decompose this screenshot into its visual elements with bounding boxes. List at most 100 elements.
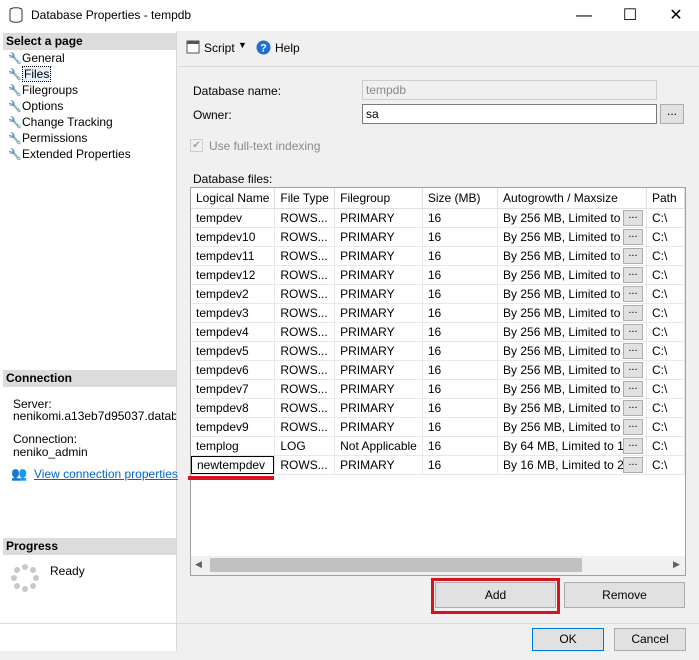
autogrowth-browse-button[interactable]: ...	[622, 248, 643, 264]
cell-growth[interactable]: By 256 MB, Limited to ......	[497, 360, 647, 380]
cell-path[interactable]: C:\	[646, 417, 685, 437]
nav-item-change-tracking[interactable]: 🔧Change Tracking	[8, 114, 113, 130]
cell-growth[interactable]: By 256 MB, Limited to ......	[497, 341, 647, 361]
cell-path[interactable]: C:\	[646, 303, 685, 323]
cell-group[interactable]: PRIMARY	[334, 360, 423, 380]
minimize-button[interactable]: —	[561, 0, 607, 31]
nav-item-general[interactable]: 🔧General	[8, 50, 65, 66]
cell-path[interactable]: C:\	[646, 322, 685, 342]
cell-growth[interactable]: By 256 MB, Limited to ......	[497, 208, 647, 228]
nav-item-options[interactable]: 🔧Options	[8, 98, 63, 114]
column-header[interactable]: Filegroup	[334, 188, 423, 209]
close-button[interactable]: ✕	[653, 0, 699, 31]
cell-path[interactable]: C:\	[646, 360, 685, 380]
table-row[interactable]: newtempdev ROWS... PRIMARY 16 By 16 MB, Limi…	[191, 455, 685, 475]
autogrowth-browse-button[interactable]: ...	[622, 381, 643, 397]
cell-growth[interactable]: By 64 MB, Limited to 1......	[497, 436, 647, 456]
column-header[interactable]: File Type	[274, 188, 336, 209]
cell-path[interactable]: C:\	[646, 227, 685, 247]
table-row[interactable]: tempdev12 ROWS... PRIMARY 16 By 256 MB, Limi…	[191, 265, 685, 285]
cell-path[interactable]: C:\	[646, 455, 685, 475]
script-button[interactable]: Script	[204, 41, 235, 55]
cell-size[interactable]: 16	[422, 341, 499, 361]
cell-growth[interactable]: By 256 MB, Limited to ......	[497, 246, 647, 266]
cell-group[interactable]: PRIMARY	[334, 379, 423, 399]
cell-size[interactable]: 16	[422, 398, 499, 418]
table-row[interactable]: tempdev7 ROWS... PRIMARY 16 By 256 MB, Limit…	[191, 379, 685, 399]
owner-browse-button[interactable]: ...	[660, 104, 684, 124]
cell-group[interactable]: PRIMARY	[334, 322, 423, 342]
table-row[interactable]: tempdev11 ROWS... PRIMARY 16 By 256 MB, Limi…	[191, 246, 685, 266]
cell-name[interactable]: tempdev5	[191, 341, 276, 361]
cell-name[interactable]: tempdev9	[191, 417, 276, 437]
cell-group[interactable]: Not Applicable	[334, 436, 423, 456]
cell-type[interactable]: ROWS...	[274, 284, 336, 304]
autogrowth-browse-button[interactable]: ...	[622, 210, 643, 226]
cell-name[interactable]: newtempdev	[191, 455, 276, 475]
cell-type[interactable]: ROWS...	[274, 322, 336, 342]
column-header[interactable]: Size (MB)	[422, 188, 499, 209]
cell-growth[interactable]: By 256 MB, Limited to ......	[497, 398, 647, 418]
cell-group[interactable]: PRIMARY	[334, 246, 423, 266]
cell-type[interactable]: ROWS...	[274, 246, 336, 266]
help-button[interactable]: Help	[275, 41, 300, 55]
cell-name[interactable]: tempdev12	[191, 265, 276, 285]
table-row[interactable]: tempdev3 ROWS... PRIMARY 16 By 256 MB, Limit…	[191, 303, 685, 323]
ok-button[interactable]: OK	[532, 628, 604, 651]
cell-type[interactable]: LOG	[274, 436, 336, 456]
cell-group[interactable]: PRIMARY	[334, 284, 423, 304]
maximize-button[interactable]: ☐	[607, 0, 653, 31]
cell-group[interactable]: PRIMARY	[334, 208, 423, 228]
cell-name[interactable]: tempdev6	[191, 360, 276, 380]
autogrowth-browse-button[interactable]: ...	[622, 229, 643, 245]
view-connection-properties-link[interactable]: View connection properties	[34, 467, 178, 481]
database-files-grid[interactable]: Logical Name File Type Filegroup Size (M…	[190, 187, 686, 576]
autogrowth-browse-button[interactable]: ...	[622, 362, 643, 378]
chevron-down-icon[interactable]: ▼	[238, 40, 247, 50]
cell-size[interactable]: 16	[422, 246, 499, 266]
cell-growth[interactable]: By 256 MB, Limited to ......	[497, 417, 647, 437]
cell-path[interactable]: C:\	[646, 398, 685, 418]
nav-item-files[interactable]: 🔧 Files	[8, 66, 52, 82]
cell-group[interactable]: PRIMARY	[334, 455, 423, 475]
table-row[interactable]: templog LOG Not Applicable 16 By 64 MB, Limi…	[191, 436, 685, 456]
autogrowth-browse-button[interactable]: ...	[622, 324, 643, 340]
cell-type[interactable]: ROWS...	[274, 303, 336, 323]
cell-name[interactable]: tempdev3	[191, 303, 276, 323]
add-button[interactable]: Add	[435, 582, 556, 608]
cell-size[interactable]: 16	[422, 379, 499, 399]
table-row[interactable]: tempdev4 ROWS... PRIMARY 16 By 256 MB, Limit…	[191, 322, 685, 342]
table-row[interactable]: tempdev5 ROWS... PRIMARY 16 By 256 MB, Limit…	[191, 341, 685, 361]
cell-group[interactable]: PRIMARY	[334, 398, 423, 418]
cell-size[interactable]: 16	[422, 360, 499, 380]
cell-path[interactable]: C:\	[646, 341, 685, 361]
cell-growth[interactable]: By 256 MB, Limited to ......	[497, 265, 647, 285]
cell-growth[interactable]: By 256 MB, Limited to ......	[497, 227, 647, 247]
cell-size[interactable]: 16	[422, 417, 499, 437]
cell-growth[interactable]: By 256 MB, Limited to ......	[497, 303, 647, 323]
logical-name-editor[interactable]: newtempdev	[191, 456, 274, 474]
cell-size[interactable]: 16	[422, 322, 499, 342]
scrollbar-thumb[interactable]	[210, 558, 582, 572]
autogrowth-browse-button[interactable]: ...	[622, 267, 643, 283]
cell-size[interactable]: 16	[422, 303, 499, 323]
cell-type[interactable]: ROWS...	[274, 455, 336, 475]
autogrowth-browse-button[interactable]: ...	[622, 305, 643, 321]
table-row[interactable]: tempdev2 ROWS... PRIMARY 16 By 256 MB, Limit…	[191, 284, 685, 304]
autogrowth-browse-button[interactable]: ...	[622, 343, 643, 359]
autogrowth-browse-button[interactable]: ...	[622, 400, 643, 416]
cell-name[interactable]: tempdev4	[191, 322, 276, 342]
cell-growth[interactable]: By 256 MB, Limited to ......	[497, 322, 647, 342]
autogrowth-browse-button[interactable]: ...	[622, 457, 643, 473]
cell-name[interactable]: tempdev2	[191, 284, 276, 304]
remove-button[interactable]: Remove	[564, 582, 685, 608]
column-header[interactable]: Autogrowth / Maxsize	[497, 188, 647, 209]
cell-type[interactable]: ROWS...	[274, 379, 336, 399]
cell-name[interactable]: templog	[191, 436, 276, 456]
cell-name[interactable]: tempdev	[191, 208, 276, 228]
cell-path[interactable]: C:\	[646, 284, 685, 304]
column-header[interactable]: Logical Name	[191, 188, 276, 209]
cell-type[interactable]: ROWS...	[274, 341, 336, 361]
owner-field[interactable]: sa	[362, 104, 657, 124]
nav-item-extended-properties[interactable]: 🔧Extended Properties	[8, 146, 131, 162]
